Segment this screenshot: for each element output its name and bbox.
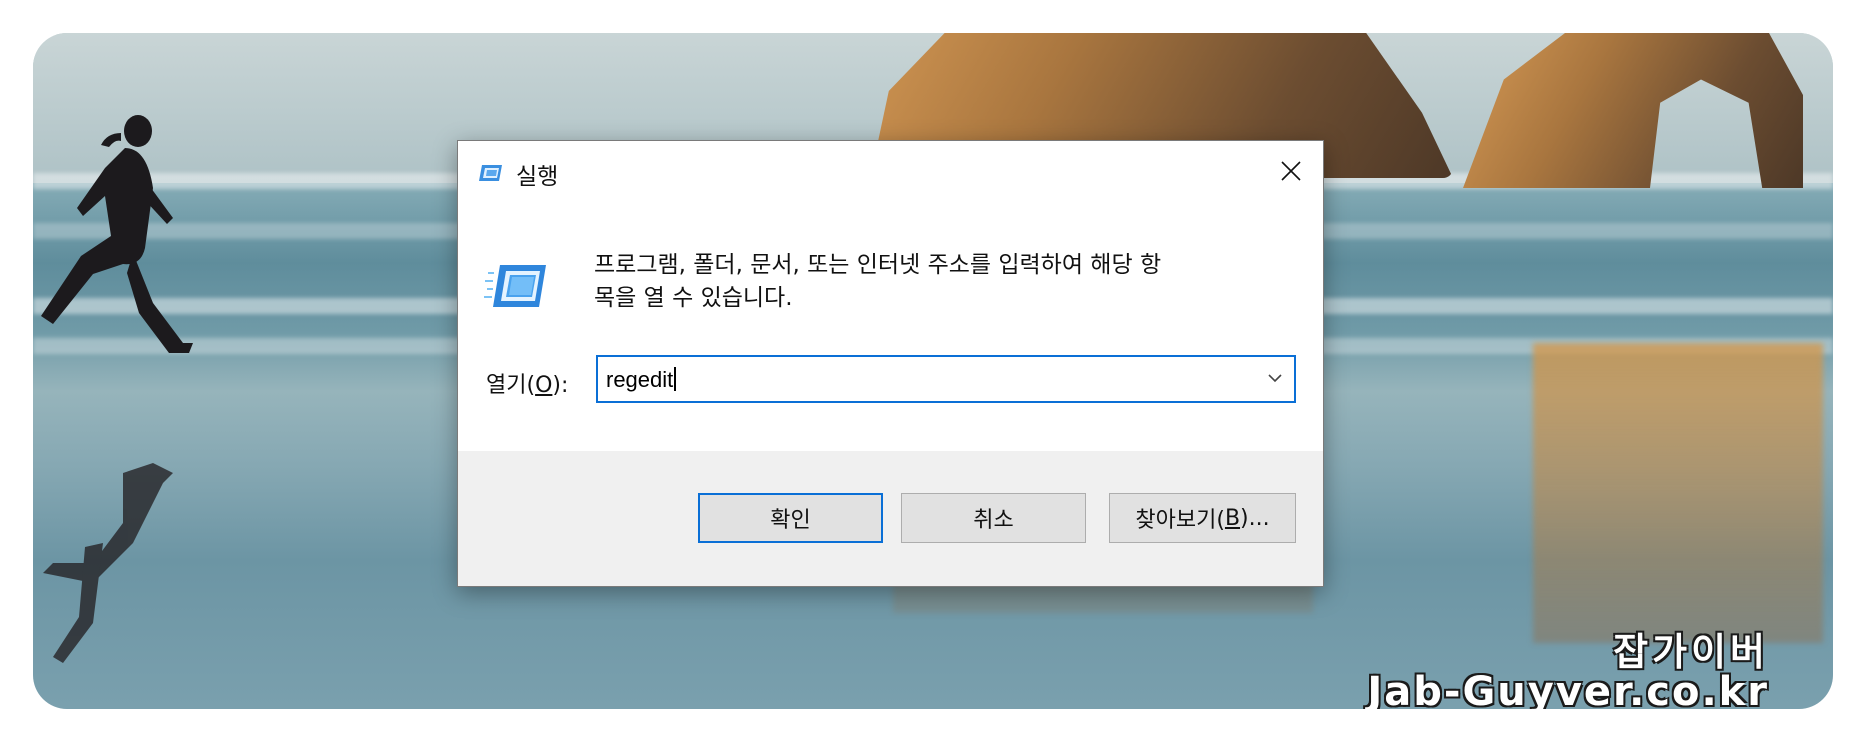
dialog-title: 실행 (516, 164, 559, 190)
open-label-prefix: 열기( (486, 373, 536, 398)
open-label-suffix: ): (552, 373, 569, 398)
dialog-description: 프로그램, 폴더, 문서, 또는 인터넷 주소를 입력하여 해당 항 목을 열 … (594, 249, 1294, 315)
open-combobox[interactable]: regedit (596, 355, 1296, 403)
cancel-button[interactable]: 취소 (901, 493, 1086, 543)
browse-button[interactable]: 찾아보기(B)... (1109, 493, 1296, 543)
watermark-domain: Jab-Guyver.co.kr (1367, 669, 1769, 709)
close-icon (1281, 161, 1301, 181)
run-icon (479, 165, 502, 181)
watermark-korean: 잡가이버 (1613, 630, 1769, 674)
dropdown-button[interactable] (1266, 369, 1284, 391)
open-input-value: regedit (606, 367, 674, 392)
chevron-down-icon (1268, 374, 1282, 383)
run-icon (484, 265, 546, 307)
text-caret (674, 367, 677, 391)
open-label-accesskey: O (535, 373, 553, 398)
close-button[interactable] (1259, 141, 1323, 201)
browse-accesskey: B (1224, 505, 1241, 531)
title-bar[interactable]: 실행 (458, 141, 1323, 207)
browse-label-suffix: )... (1240, 505, 1270, 531)
run-dialog: 실행 프로그램, 폴더, 문서, 또는 인터넷 주소를 입력하여 해당 항 목을… (457, 140, 1324, 587)
rock-reflection (1533, 343, 1823, 643)
open-input[interactable]: regedit (606, 367, 677, 393)
description-line: 프로그램, 폴더, 문서, 또는 인터넷 주소를 입력하여 해당 항 (594, 252, 1162, 278)
open-label: 열기(O): (486, 367, 568, 399)
runner-silhouette (41, 115, 193, 663)
browse-label-prefix: 찾아보기( (1135, 508, 1225, 533)
description-line: 목을 열 수 있습니다. (594, 285, 793, 311)
ok-button[interactable]: 확인 (698, 493, 883, 543)
